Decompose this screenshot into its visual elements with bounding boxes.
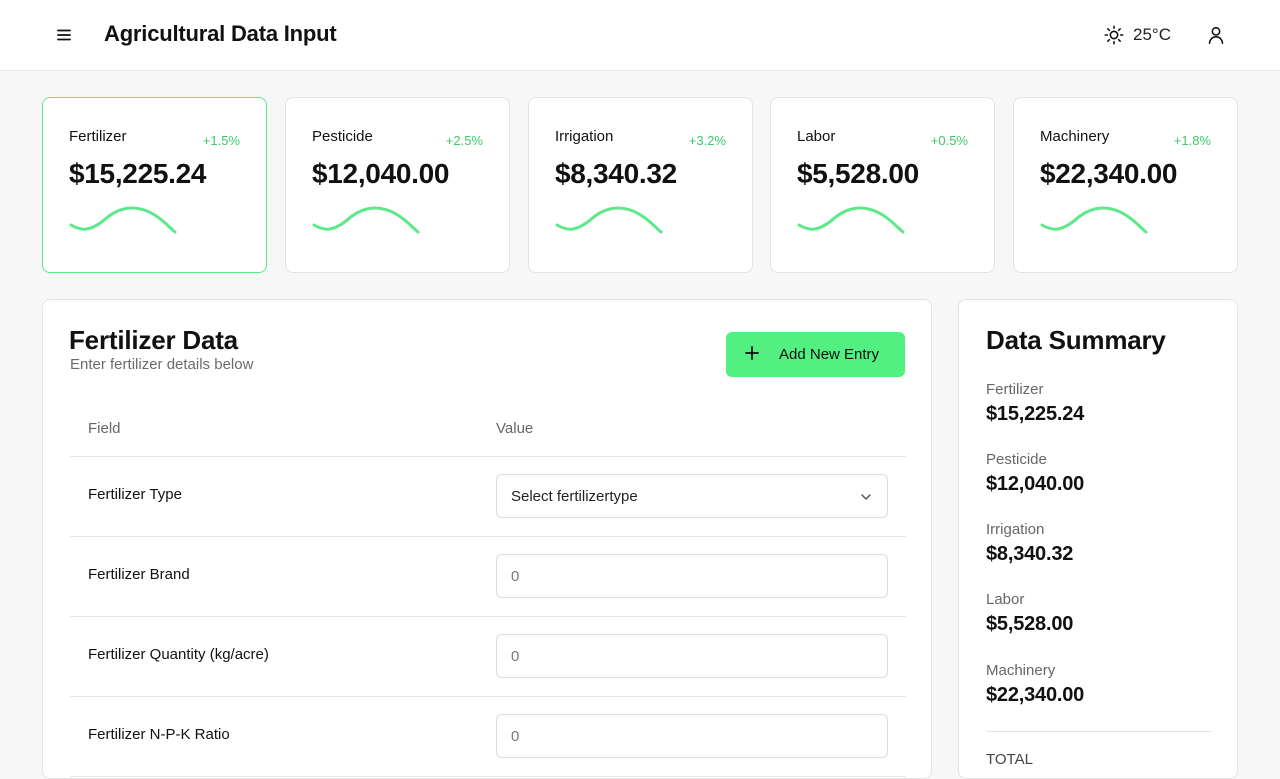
add-new-entry-button[interactable]: Add New Entry <box>726 332 905 377</box>
metric-change: +3.2% <box>688 133 726 148</box>
select-value: Select fertilizertype <box>511 487 638 505</box>
metric-value: $22,340.00 <box>1040 158 1178 189</box>
chevron-down-icon <box>861 494 871 500</box>
metric-change: +1.5% <box>202 133 240 148</box>
weather-widget: 25°C <box>1103 23 1171 47</box>
summary-value: $15,225.24 <box>986 403 1085 425</box>
summary-item-labor: Labor $5,528.00 <box>986 591 1073 636</box>
summary-item-fertilizer: Fertilizer $15,225.24 <box>986 381 1084 426</box>
table-row: Fertilizer Brand <box>70 537 906 617</box>
sparkline-icon <box>312 206 420 234</box>
fertilizer-form-panel: Fertilizer Data Enter fertilizer details… <box>42 299 932 779</box>
fertilizer-npk-ratio-input[interactable] <box>496 714 888 758</box>
summary-label: Labor <box>986 591 1025 608</box>
plus-icon <box>745 346 759 360</box>
form-title: Fertilizer Data <box>69 325 238 355</box>
metric-label: Pesticide <box>312 128 373 145</box>
sparkline-icon <box>69 206 177 234</box>
app-header: Agricultural Data Input 25°C <box>0 0 1280 71</box>
summary-value: $8,340.32 <box>986 543 1074 565</box>
table-row: Fertilizer Type Select fertilizertype <box>70 457 906 537</box>
field-label: Fertilizer N-P-K Ratio <box>88 726 230 743</box>
metric-card-machinery[interactable]: Machinery +1.8% $22,340.00 <box>1013 97 1238 273</box>
summary-divider <box>986 731 1211 732</box>
summary-value: $12,040.00 <box>986 473 1085 495</box>
summary-value: $5,528.00 <box>986 613 1074 635</box>
summary-total-label: TOTAL <box>986 751 1033 768</box>
add-new-entry-label: Add New Entry <box>779 346 880 363</box>
menu-icon[interactable] <box>54 25 74 45</box>
fertilizer-type-select[interactable]: Select fertilizertype <box>496 474 888 518</box>
metric-value: $8,340.32 <box>555 158 677 189</box>
data-summary-panel: Data Summary Fertilizer $15,225.24 Pesti… <box>958 299 1238 779</box>
sparkline-icon <box>555 206 663 234</box>
temperature-text: 25°C <box>1133 25 1171 44</box>
table-row: Fertilizer N-P-K Ratio <box>70 697 906 777</box>
summary-label: Irrigation <box>986 521 1045 538</box>
metric-card-labor[interactable]: Labor +0.5% $5,528.00 <box>770 97 995 273</box>
form-subtitle: Enter fertilizer details below <box>70 356 254 373</box>
sun-icon <box>1104 25 1124 45</box>
table-row: Fertilizer Quantity (kg/acre) <box>70 617 906 697</box>
sparkline-icon <box>797 206 905 234</box>
summary-item-machinery: Machinery $22,340.00 <box>986 662 1084 707</box>
field-label: Fertilizer Type <box>88 486 182 503</box>
table-header-row: Field Value <box>70 400 906 457</box>
metric-value: $12,040.00 <box>312 158 450 189</box>
field-label: Fertilizer Brand <box>88 566 190 583</box>
metric-card-pesticide[interactable]: Pesticide +2.5% $12,040.00 <box>285 97 510 273</box>
summary-label: Machinery <box>986 662 1056 679</box>
metric-label: Irrigation <box>555 128 614 145</box>
fertilizer-brand-input[interactable] <box>496 554 888 598</box>
metric-value: $15,225.24 <box>69 158 207 189</box>
column-header-value: Value <box>496 420 534 437</box>
metric-card-irrigation[interactable]: Irrigation +3.2% $8,340.32 <box>528 97 753 273</box>
fertilizer-quantity-input[interactable] <box>496 634 888 678</box>
metric-card-fertilizer[interactable]: Fertilizer +1.5% $15,225.24 <box>42 97 267 273</box>
summary-title: Data Summary <box>986 325 1166 355</box>
metric-label: Labor <box>797 128 836 145</box>
summary-label: Pesticide <box>986 451 1047 468</box>
summary-item-irrigation: Irrigation $8,340.32 <box>986 521 1073 566</box>
page-title: Agricultural Data Input <box>104 21 337 46</box>
fertilizer-table: Field Value Fertilizer Type Select ferti… <box>70 400 906 777</box>
metric-label: Machinery <box>1040 128 1110 145</box>
sparkline-icon <box>1040 206 1148 234</box>
metric-label: Fertilizer <box>69 128 127 145</box>
summary-label: Fertilizer <box>986 381 1044 398</box>
summary-item-pesticide: Pesticide $12,040.00 <box>986 451 1084 496</box>
metric-change: +1.8% <box>1173 133 1211 148</box>
metric-change: +0.5% <box>930 133 968 148</box>
column-header-field: Field <box>88 420 121 437</box>
metric-value: $5,528.00 <box>797 158 919 189</box>
metric-change: +2.5% <box>445 133 483 148</box>
summary-value: $22,340.00 <box>986 684 1085 706</box>
user-icon[interactable] <box>1205 24 1227 46</box>
field-label: Fertilizer Quantity (kg/acre) <box>88 646 269 663</box>
